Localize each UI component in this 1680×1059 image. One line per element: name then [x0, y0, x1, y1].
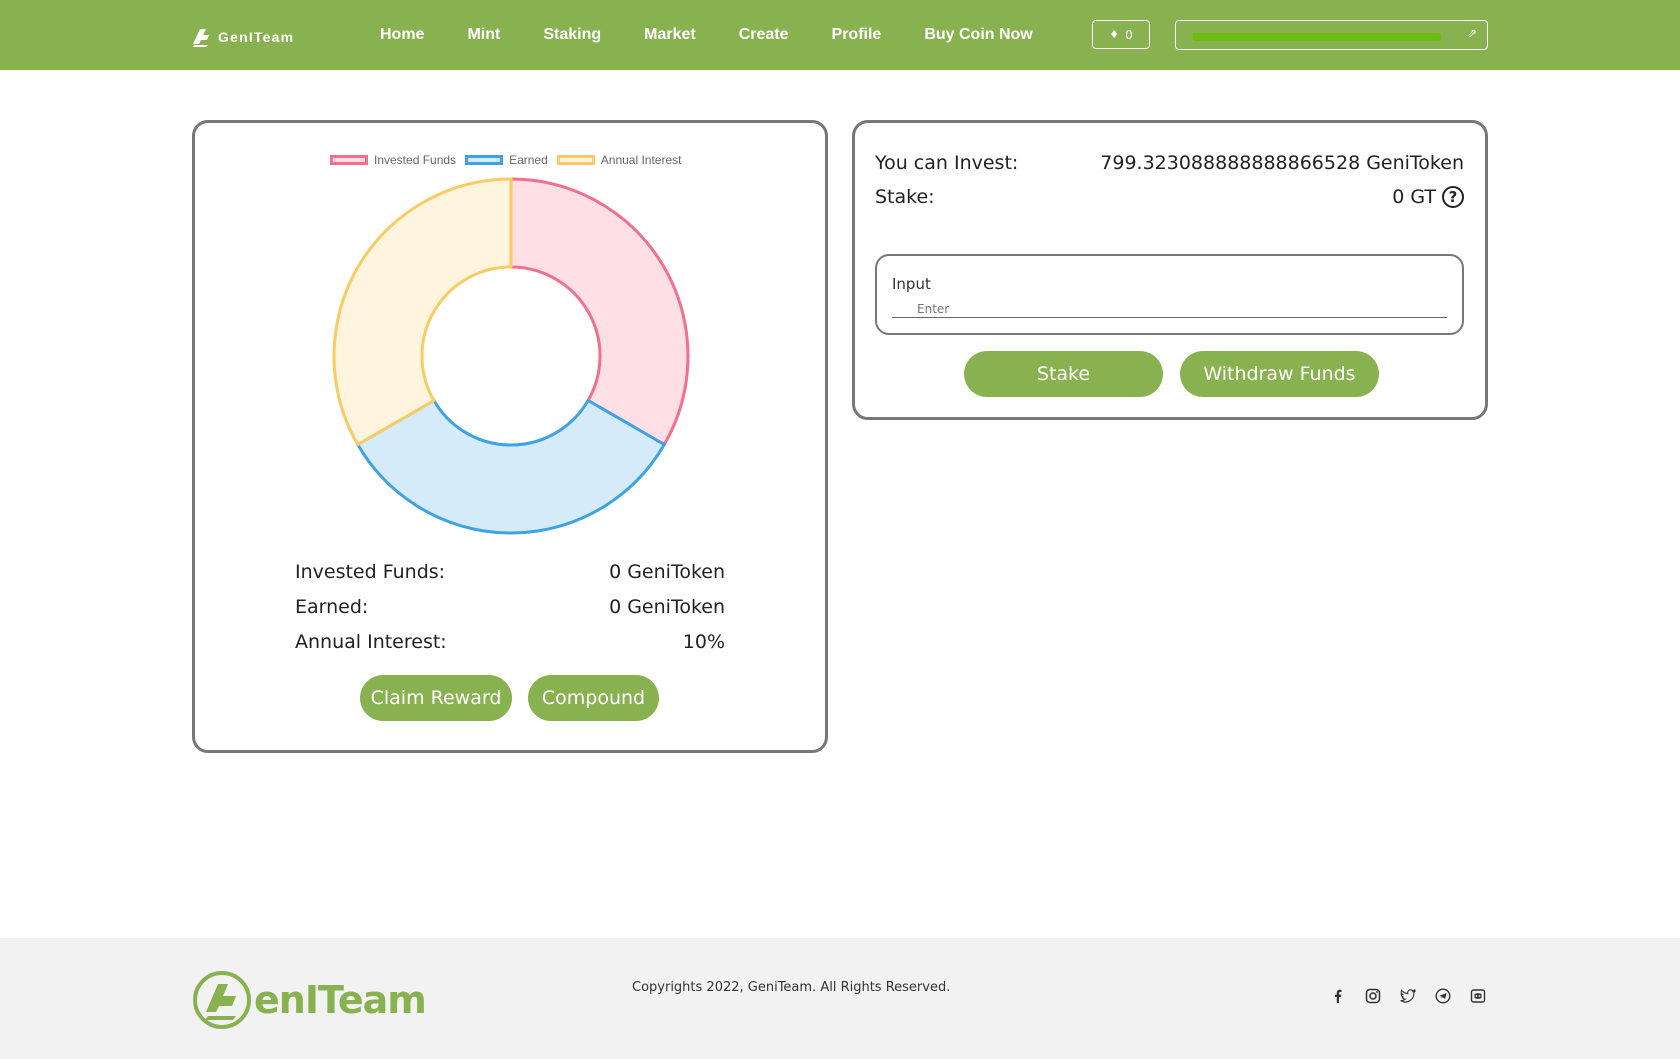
external-link-icon: ⇗ [1466, 26, 1477, 40]
nav-link-market[interactable]: Market [644, 26, 696, 44]
withdraw-funds-button[interactable]: Withdraw Funds [1180, 351, 1379, 397]
footer-logo[interactable]: enITeam [192, 970, 427, 1030]
social-links [1330, 988, 1505, 1004]
telegram-icon[interactable] [1435, 988, 1451, 1004]
nav-link-staking[interactable]: Staking [543, 26, 601, 44]
stat-interest-row: Annual Interest: 10% [295, 631, 725, 653]
donut-slice-invested[interactable] [509, 177, 690, 446]
top-navbar: GenITeam Home Mint Staking Market Create… [0, 0, 1680, 70]
stat-invested-row: Invested Funds: 0 GeniToken [295, 561, 725, 583]
stake-value: 0 GT [1392, 186, 1436, 208]
stat-interest-value: 10% [682, 631, 725, 653]
eth-balance-value: 0 [1125, 27, 1133, 42]
stake-amount-input[interactable] [892, 300, 1447, 318]
copyright-text: Copyrights 2022, GeniTeam. All Rights Re… [632, 980, 951, 995]
discord-icon[interactable] [1470, 988, 1486, 1004]
nav-link-buy-coin[interactable]: Buy Coin Now [924, 26, 1032, 44]
footer-logo-text: enITeam [254, 978, 427, 1022]
stake-input-box: Input [875, 254, 1464, 335]
can-invest-row: You can Invest: 799.323088888888866528 G… [875, 152, 1464, 174]
can-invest-value: 799.323088888888866528 GeniToken [1100, 152, 1464, 174]
stake-button[interactable]: Stake [964, 351, 1163, 397]
stake-value-group: 0 GT ? [1392, 186, 1464, 208]
stat-invested-label: Invested Funds: [295, 561, 446, 583]
brand-name: GenITeam [218, 29, 295, 45]
staking-summary-card: Invested Funds Earned Annual Interest In… [192, 120, 828, 753]
geniteam-circle-logo-icon [193, 971, 251, 1029]
help-icon[interactable]: ? [1442, 186, 1464, 208]
donut-slice-interest[interactable] [332, 177, 513, 446]
instagram-icon[interactable] [1365, 988, 1381, 1004]
stat-earned-value: 0 GeniToken [609, 596, 725, 618]
nav-links: Home Mint Staking Market Create Profile … [380, 0, 1076, 70]
eth-balance-button[interactable]: ♦ 0 [1092, 20, 1150, 49]
stake-card: You can Invest: 799.323088888888866528 G… [852, 120, 1488, 420]
stat-earned-row: Earned: 0 GeniToken [295, 596, 725, 618]
can-invest-label: You can Invest: [875, 152, 1019, 174]
geniteam-logo-icon [193, 29, 209, 47]
stake-input-label: Input [892, 275, 931, 293]
donut-slice-earned[interactable] [356, 399, 666, 535]
wallet-address-button[interactable]: ⇗ [1175, 20, 1488, 50]
wallet-address-redacted [1193, 33, 1441, 41]
compound-button[interactable]: Compound [528, 675, 659, 721]
nav-link-home[interactable]: Home [380, 26, 424, 44]
stat-earned-label: Earned: [295, 596, 369, 618]
claim-reward-button[interactable]: Claim Reward [360, 675, 512, 721]
stake-row: Stake: 0 GT ? [875, 186, 1464, 208]
facebook-icon[interactable] [1330, 988, 1346, 1004]
nav-link-profile[interactable]: Profile [832, 26, 882, 44]
stake-label: Stake: [875, 186, 935, 208]
nav-link-create[interactable]: Create [739, 26, 789, 44]
stat-interest-label: Annual Interest: [295, 631, 447, 653]
stat-invested-value: 0 GeniToken [609, 561, 725, 583]
brand-logo[interactable]: GenITeam [190, 26, 294, 48]
footer: enITeam Copyrights 2022, GeniTeam. All R… [0, 938, 1680, 1059]
twitter-icon[interactable] [1400, 988, 1416, 1004]
ethereum-icon: ♦ [1109, 28, 1120, 41]
staking-donut-chart [332, 177, 690, 535]
nav-link-mint[interactable]: Mint [467, 26, 500, 44]
